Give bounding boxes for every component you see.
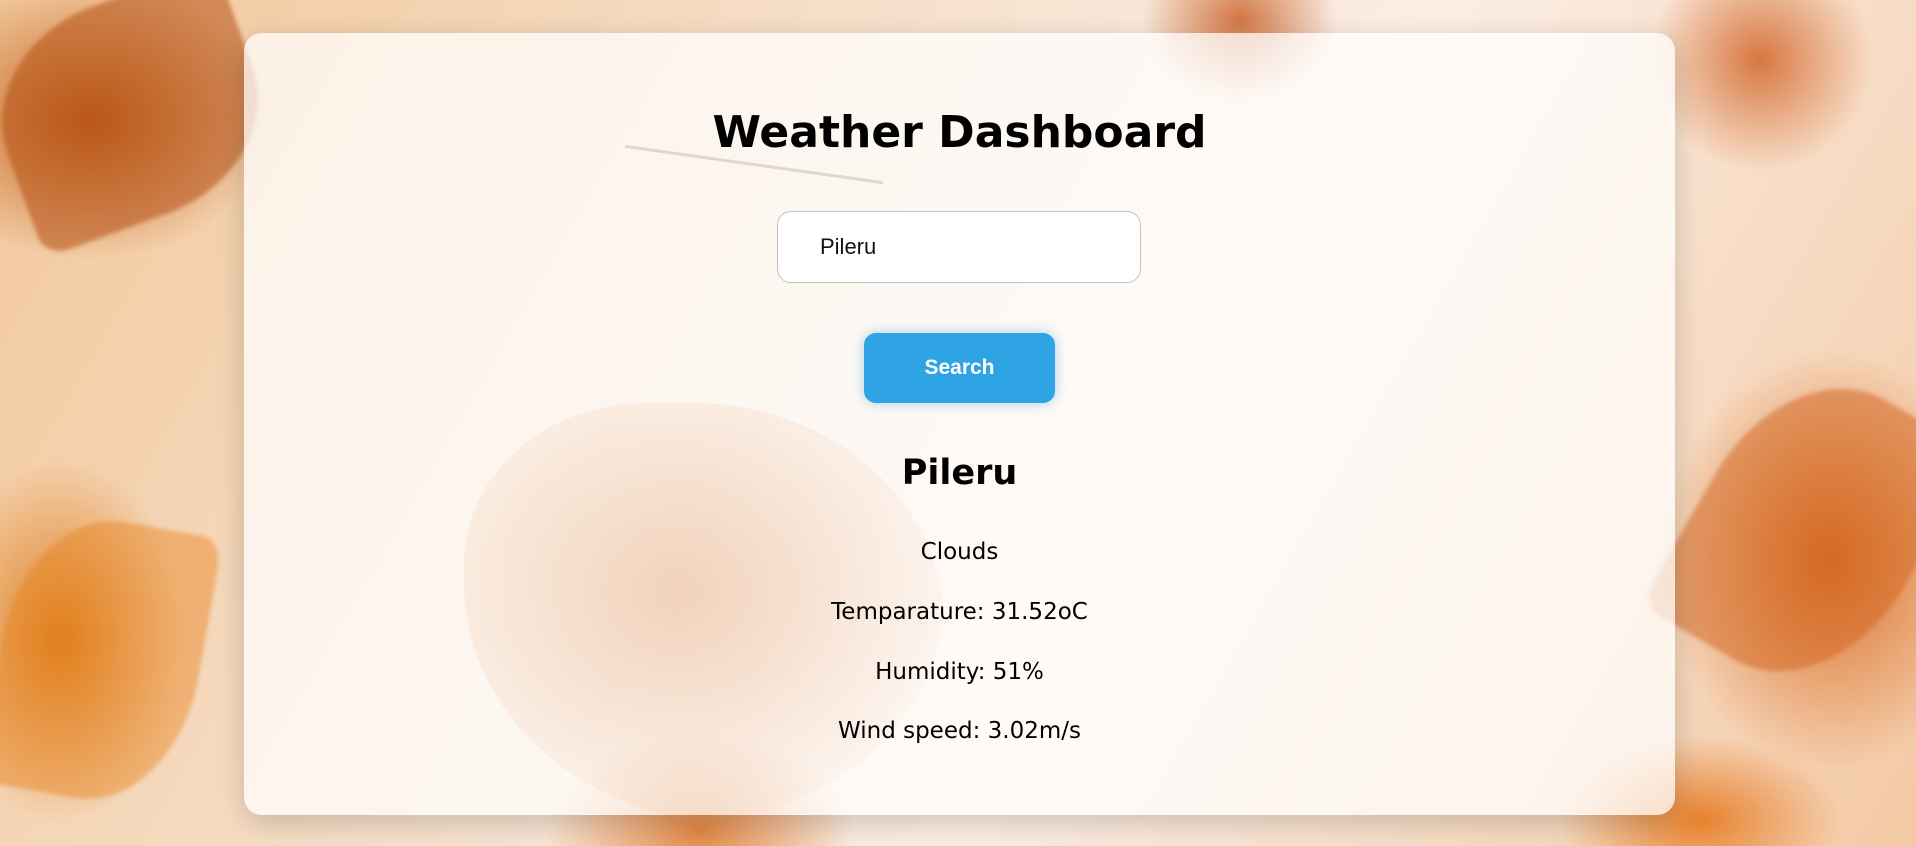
wind-speed-readout: Wind speed: 3.02m/s: [837, 718, 1081, 744]
background-leaf: [1639, 345, 1916, 715]
page-title: Weather Dashboard: [712, 107, 1207, 158]
weather-condition: Clouds: [920, 539, 999, 565]
card-content: Weather Dashboard Search Pileru Clouds T…: [244, 33, 1675, 815]
background-leaf: [0, 504, 223, 816]
search-button[interactable]: Search: [864, 333, 1055, 403]
weather-card: Weather Dashboard Search Pileru Clouds T…: [244, 33, 1675, 815]
temperature-readout: Temparature: 31.52oC: [831, 599, 1088, 625]
city-search-input[interactable]: [777, 211, 1141, 283]
city-name: Pileru: [901, 453, 1018, 493]
humidity-readout: Humidity: 51%: [875, 659, 1044, 685]
